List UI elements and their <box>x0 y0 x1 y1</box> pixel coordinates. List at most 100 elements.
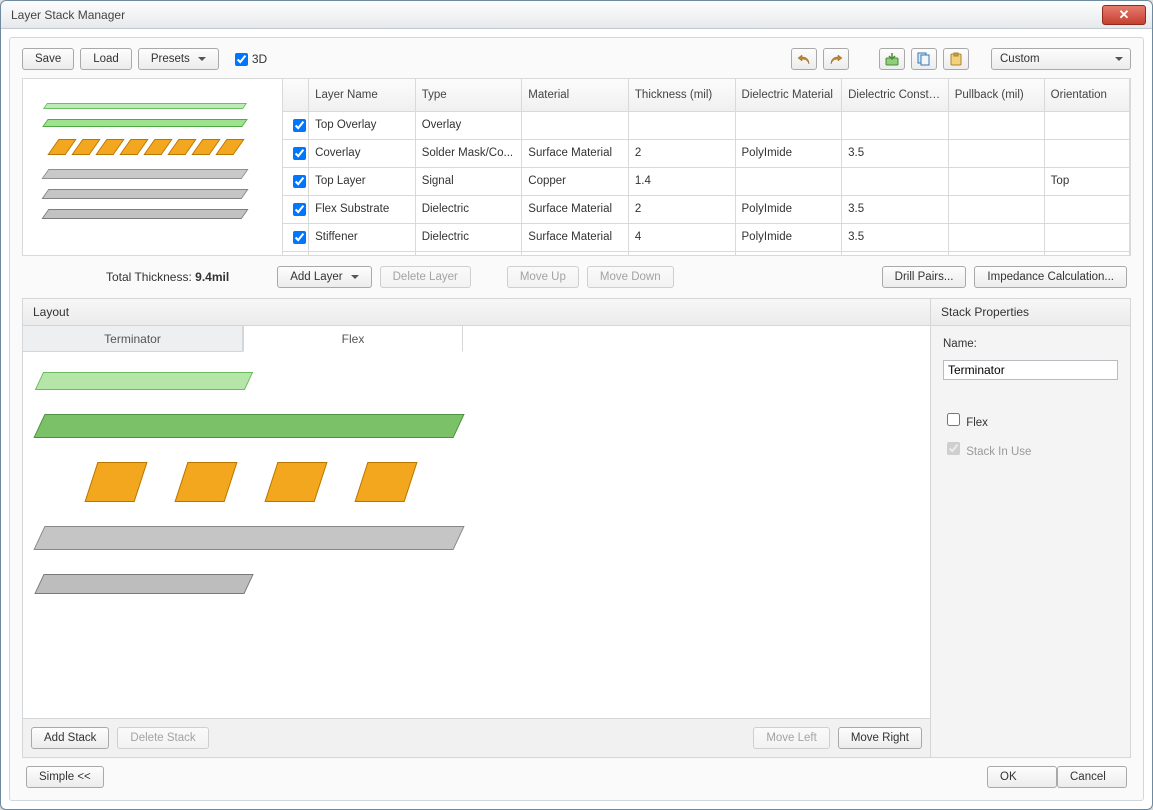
close-button[interactable]: ✕ <box>1102 5 1146 25</box>
add-stack-button[interactable]: Add Stack <box>31 727 109 749</box>
paste-icon <box>949 52 963 66</box>
col-thickness[interactable]: Thickness (mil) <box>628 79 735 111</box>
cell-pullback[interactable] <box>948 223 1044 251</box>
col-pullback[interactable]: Pullback (mil) <box>948 79 1044 111</box>
cell-orientation[interactable] <box>1044 111 1129 139</box>
col-diel-mat[interactable]: Dielectric Material <box>735 79 842 111</box>
ok-button[interactable]: OK <box>987 766 1057 788</box>
stack-name-input[interactable] <box>943 360 1118 380</box>
layer-table-pane: Layer Name Type Material Thickness (mil)… <box>283 79 1130 255</box>
undo-button[interactable] <box>791 48 817 70</box>
cell-type[interactable]: Dielectric <box>415 195 522 223</box>
cell-diel-const[interactable] <box>842 251 949 255</box>
presets-dropdown[interactable]: Presets <box>138 48 219 70</box>
cell-pullback[interactable] <box>948 251 1044 255</box>
cell-pullback[interactable] <box>948 167 1044 195</box>
redo-button[interactable] <box>823 48 849 70</box>
layer-table[interactable]: Layer Name Type Material Thickness (mil)… <box>283 79 1130 255</box>
move-right-button[interactable]: Move Right <box>838 727 922 749</box>
cell-layer-name[interactable]: Flex Substrate <box>309 195 416 223</box>
cell-type[interactable]: Signal <box>415 167 522 195</box>
simple-mode-button[interactable]: Simple << <box>26 766 104 788</box>
cell-pullback[interactable] <box>948 111 1044 139</box>
cell-diel-const[interactable] <box>842 111 949 139</box>
drill-pairs-button[interactable]: Drill Pairs... <box>882 266 967 288</box>
col-material[interactable]: Material <box>522 79 629 111</box>
col-layer-name[interactable]: Layer Name <box>309 79 416 111</box>
load-button[interactable]: Load <box>80 48 132 70</box>
preset-select[interactable]: Custom <box>991 48 1131 70</box>
cell-diel-mat[interactable] <box>735 251 842 255</box>
cancel-button[interactable]: Cancel <box>1057 766 1127 788</box>
titlebar: Layer Stack Manager ✕ <box>1 1 1152 29</box>
import-button[interactable] <box>879 48 905 70</box>
cell-diel-mat[interactable] <box>735 167 842 195</box>
cell-type[interactable]: Signal <box>415 251 522 255</box>
cell-thickness[interactable]: 2 <box>628 195 735 223</box>
layer-enable-checkbox[interactable] <box>293 203 306 216</box>
layout-footer: Add Stack Delete Stack Move Left Move Ri… <box>23 718 930 757</box>
cell-thickness[interactable]: 2 <box>628 139 735 167</box>
cell-layer-name[interactable]: Top Layer <box>309 167 416 195</box>
table-row[interactable]: Bottom Layer Signal Copper 1.4 Bottom <box>283 251 1130 255</box>
layer-enable-checkbox[interactable] <box>293 147 306 160</box>
dialog-footer: Simple << OK Cancel <box>22 758 1131 790</box>
cell-orientation[interactable] <box>1044 139 1129 167</box>
cell-material[interactable]: Copper <box>522 167 629 195</box>
table-row[interactable]: Flex Substrate Dielectric Surface Materi… <box>283 195 1130 223</box>
cell-layer-name[interactable]: Top Overlay <box>309 111 416 139</box>
stack-in-use-wrap: Stack In Use <box>943 439 1118 458</box>
cell-type[interactable]: Overlay <box>415 111 522 139</box>
cell-pullback[interactable] <box>948 195 1044 223</box>
col-diel-const[interactable]: Dielectric Constant <box>842 79 949 111</box>
cell-orientation[interactable]: Top <box>1044 167 1129 195</box>
add-layer-button[interactable]: Add Layer <box>277 266 371 288</box>
cell-diel-mat[interactable]: PolyImide <box>735 195 842 223</box>
cell-material[interactable]: Surface Material <box>522 223 629 251</box>
impedance-button[interactable]: Impedance Calculation... <box>974 266 1127 288</box>
cell-layer-name[interactable]: Bottom Layer <box>309 251 416 255</box>
cell-layer-name[interactable]: Stiffener <box>309 223 416 251</box>
tab-flex[interactable]: Flex <box>243 326 463 352</box>
layer-enable-checkbox[interactable] <box>293 175 306 188</box>
cell-orientation[interactable] <box>1044 195 1129 223</box>
cell-diel-const[interactable]: 3.5 <box>842 195 949 223</box>
stack-in-use-label: Stack In Use <box>966 446 1031 458</box>
cell-diel-const[interactable]: 3.5 <box>842 223 949 251</box>
cell-layer-name[interactable]: Coverlay <box>309 139 416 167</box>
layer-enable-checkbox[interactable] <box>293 119 306 132</box>
cell-material[interactable]: Copper <box>522 251 629 255</box>
cell-orientation[interactable] <box>1044 223 1129 251</box>
cell-thickness[interactable]: 1.4 <box>628 251 735 255</box>
paste-button[interactable] <box>943 48 969 70</box>
col-orientation[interactable]: Orientation <box>1044 79 1129 111</box>
save-button[interactable]: Save <box>22 48 74 70</box>
close-icon: ✕ <box>1119 7 1130 23</box>
flex-checkbox[interactable] <box>947 413 960 426</box>
layer-enable-checkbox[interactable] <box>293 231 306 244</box>
cell-diel-mat[interactable]: PolyImide <box>735 223 842 251</box>
cell-material[interactable] <box>522 111 629 139</box>
cell-thickness[interactable] <box>628 111 735 139</box>
cell-thickness[interactable]: 1.4 <box>628 167 735 195</box>
cell-diel-mat[interactable] <box>735 111 842 139</box>
table-row[interactable]: Top Overlay Overlay <box>283 111 1130 139</box>
copy-button[interactable] <box>911 48 937 70</box>
cell-material[interactable]: Surface Material <box>522 139 629 167</box>
cell-type[interactable]: Solder Mask/Co... <box>415 139 522 167</box>
cell-type[interactable]: Dielectric <box>415 223 522 251</box>
table-header-row: Layer Name Type Material Thickness (mil)… <box>283 79 1130 111</box>
cell-diel-mat[interactable]: PolyImide <box>735 139 842 167</box>
cell-pullback[interactable] <box>948 139 1044 167</box>
3d-checkbox[interactable] <box>235 53 248 66</box>
table-row[interactable]: Stiffener Dielectric Surface Material 4 … <box>283 223 1130 251</box>
table-row[interactable]: Coverlay Solder Mask/Co... Surface Mater… <box>283 139 1130 167</box>
cell-thickness[interactable]: 4 <box>628 223 735 251</box>
cell-diel-const[interactable]: 3.5 <box>842 139 949 167</box>
tab-terminator[interactable]: Terminator <box>23 326 243 352</box>
table-row[interactable]: Top Layer Signal Copper 1.4 Top <box>283 167 1130 195</box>
col-type[interactable]: Type <box>415 79 522 111</box>
cell-material[interactable]: Surface Material <box>522 195 629 223</box>
cell-diel-const[interactable] <box>842 167 949 195</box>
cell-orientation[interactable]: Bottom <box>1044 251 1129 255</box>
